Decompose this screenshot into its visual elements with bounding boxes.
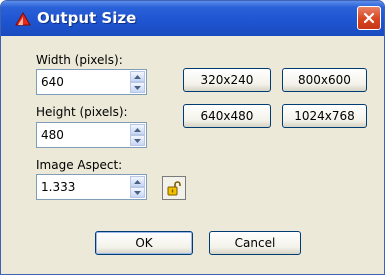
- arrow-up-icon: [134, 127, 141, 132]
- ok-button[interactable]: OK: [95, 231, 193, 255]
- close-button[interactable]: [357, 6, 381, 30]
- width-spin-up-button[interactable]: [130, 71, 145, 82]
- arrow-down-icon: [134, 138, 141, 143]
- cancel-button[interactable]: Cancel: [209, 231, 301, 255]
- arrow-up-icon: [134, 74, 141, 79]
- close-icon: [363, 12, 375, 24]
- width-label: Width (pixels):: [36, 53, 123, 67]
- arrow-down-icon: [134, 85, 141, 90]
- aspect-spinner[interactable]: [130, 176, 145, 198]
- aspect-lock-button[interactable]: [162, 176, 186, 200]
- aspect-input[interactable]: [41, 175, 121, 199]
- height-spin-down-button[interactable]: [130, 135, 145, 146]
- lock-icon: [167, 181, 181, 196]
- aspect-field[interactable]: [36, 174, 147, 200]
- preset-320x240-button[interactable]: 320x240: [183, 68, 271, 92]
- height-spin-up-button[interactable]: [130, 124, 145, 135]
- app-icon: [15, 11, 31, 27]
- preset-1024x768-button[interactable]: 1024x768: [282, 104, 367, 128]
- aspect-spin-down-button[interactable]: [130, 187, 145, 198]
- aspect-label: Image Aspect:: [36, 158, 123, 172]
- arrow-up-icon: [134, 179, 141, 184]
- width-input[interactable]: [41, 70, 121, 94]
- width-field[interactable]: [36, 69, 147, 95]
- dialog-title: Output Size: [37, 9, 137, 27]
- height-spinner[interactable]: [130, 124, 145, 146]
- height-label: Height (pixels):: [36, 105, 128, 119]
- width-spinner[interactable]: [130, 71, 145, 93]
- preset-640x480-button[interactable]: 640x480: [183, 104, 271, 128]
- preset-800x600-button[interactable]: 800x600: [282, 68, 367, 92]
- aspect-spin-up-button[interactable]: [130, 176, 145, 187]
- arrow-down-icon: [134, 190, 141, 195]
- height-field[interactable]: [36, 122, 147, 148]
- height-input[interactable]: [41, 123, 121, 147]
- output-size-dialog: Output Size Width (pixels): Height (pixe…: [0, 0, 385, 275]
- width-spin-down-button[interactable]: [130, 82, 145, 93]
- title-bar[interactable]: Output Size: [1, 1, 384, 36]
